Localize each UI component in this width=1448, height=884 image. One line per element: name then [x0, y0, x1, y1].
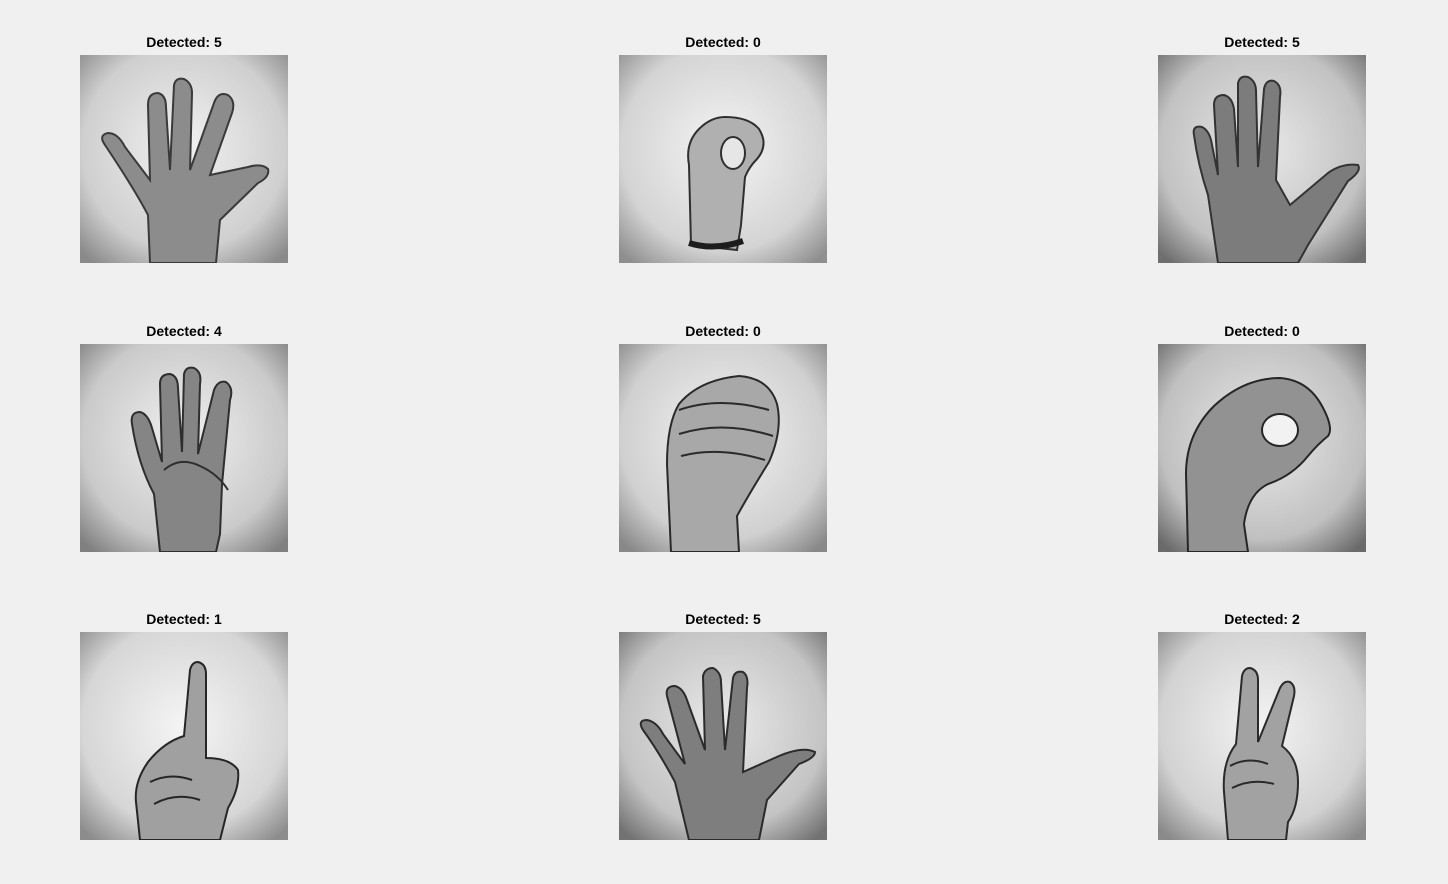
hand-fist-icon [619, 344, 827, 552]
hand-ok-circle-icon [1158, 344, 1366, 552]
hand-ok-circle-icon [619, 55, 827, 263]
subplot-title: Detected: 5 [1224, 34, 1300, 50]
hand-open-five-icon [1158, 55, 1366, 263]
gesture-image [1158, 344, 1366, 552]
subplot-title: Detected: 5 [146, 34, 222, 50]
hand-open-five-icon [80, 55, 288, 263]
hand-open-five-icon [619, 632, 827, 840]
hand-four-fingers-icon [80, 344, 288, 552]
gesture-image [619, 632, 827, 840]
gesture-image [1158, 632, 1366, 840]
gesture-image [619, 344, 827, 552]
subplot-title: Detected: 1 [146, 611, 222, 627]
subplot-title: Detected: 0 [1224, 323, 1300, 339]
gesture-image [80, 632, 288, 840]
subplot-title: Detected: 2 [1224, 611, 1300, 627]
figure-window: Detected: 5 Detected: 0 Detected: 5 Dete… [0, 0, 1448, 884]
gesture-image [80, 55, 288, 263]
gesture-image [1158, 55, 1366, 263]
gesture-image [619, 55, 827, 263]
subplot-title: Detected: 0 [685, 323, 761, 339]
gesture-image [80, 344, 288, 552]
subplot-title: Detected: 5 [685, 611, 761, 627]
subplot-title: Detected: 0 [685, 34, 761, 50]
hand-victory-icon [1158, 632, 1366, 840]
hand-index-up-icon [80, 632, 288, 840]
subplot-title: Detected: 4 [146, 323, 222, 339]
